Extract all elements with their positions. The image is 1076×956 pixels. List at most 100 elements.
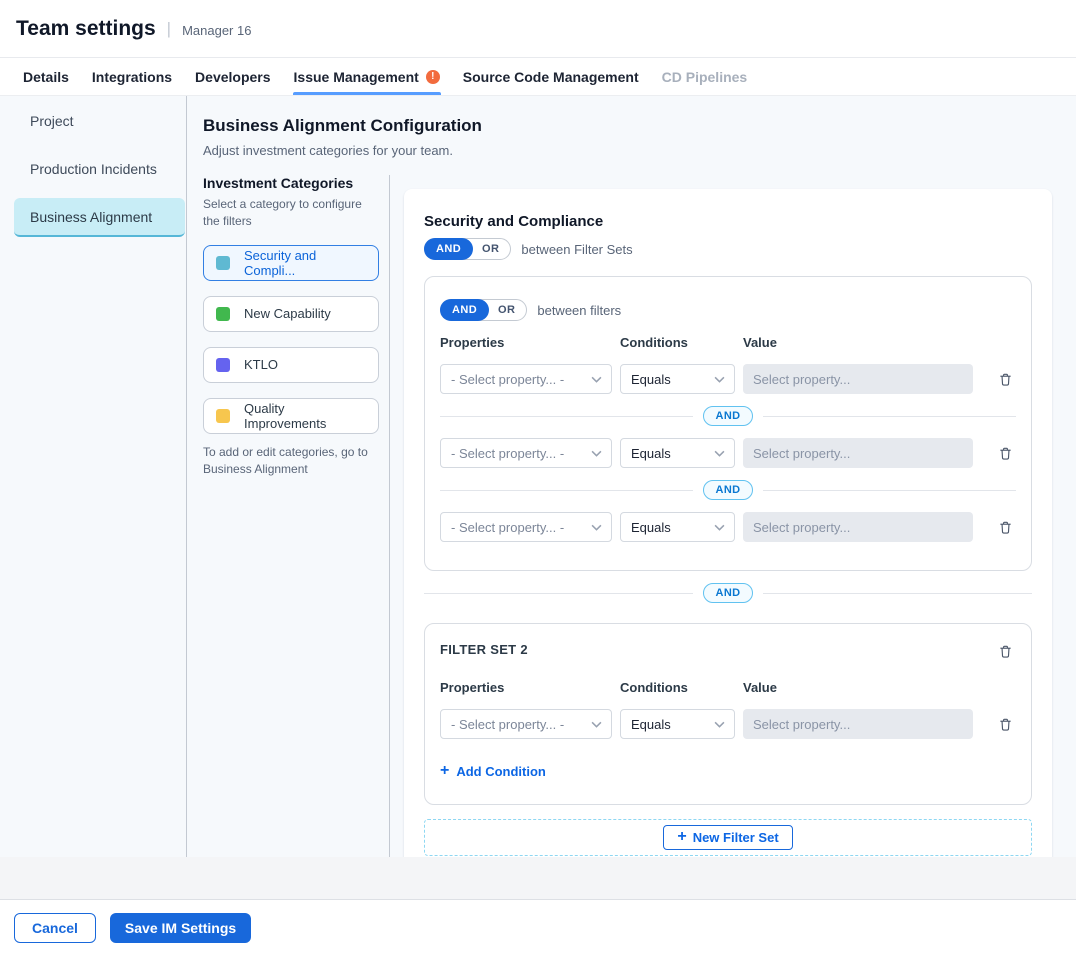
condition-select[interactable]: Equals [620, 512, 735, 542]
chevron-down-icon [591, 721, 602, 728]
category-security-and-compliance[interactable]: Security and Compli... [203, 245, 379, 281]
column-header-properties: Properties [440, 335, 612, 350]
active-tab-underline [293, 92, 441, 95]
section-subtitle: Adjust investment categories for your te… [203, 143, 1076, 158]
warning-icon: ! [426, 70, 440, 84]
between-filter-sets-label: between Filter Sets [521, 242, 632, 257]
delete-filter-button[interactable] [994, 368, 1016, 390]
action-footer: Cancel Save IM Settings [0, 899, 1076, 956]
new-filter-set-dropzone: + New Filter Set [424, 819, 1032, 856]
chevron-down-icon [591, 524, 602, 531]
trash-icon [998, 372, 1013, 387]
tab-developers[interactable]: Developers [194, 58, 271, 95]
column-header-value: Value [743, 335, 973, 350]
column-header-conditions: Conditions [620, 335, 735, 350]
sidebar-item-project[interactable]: Project [14, 102, 185, 141]
plus-icon: + [440, 763, 449, 779]
bottom-spacer [0, 857, 1076, 899]
value-input[interactable] [743, 364, 973, 394]
plus-icon: + [677, 829, 686, 845]
page-header: Team settings | Manager 16 [0, 0, 1076, 58]
add-condition-button[interactable]: + Add Condition [440, 763, 546, 779]
team-name: Manager 16 [182, 19, 251, 38]
page-title: Team settings [16, 17, 156, 41]
condition-select[interactable]: Equals [620, 438, 735, 468]
toggle-and-option[interactable]: AND [424, 238, 473, 260]
filter-connector: AND [440, 406, 1016, 426]
trash-icon [998, 717, 1013, 732]
filter-connector: AND [440, 480, 1016, 500]
tab-details[interactable]: Details [22, 58, 70, 95]
chevron-down-icon [714, 721, 725, 728]
category-color-swatch [216, 307, 230, 321]
chevron-down-icon [714, 376, 725, 383]
trash-icon [998, 446, 1013, 461]
filter-row: - Select property... - Equals [440, 512, 1016, 542]
and-connector-pill: AND [703, 406, 752, 426]
property-select[interactable]: - Select property... - [440, 364, 612, 394]
category-config-heading: Security and Compliance [424, 213, 1032, 230]
chevron-down-icon [714, 524, 725, 531]
chevron-down-icon [591, 450, 602, 457]
value-input[interactable] [743, 512, 973, 542]
tab-source-code-management[interactable]: Source Code Management [462, 58, 640, 95]
category-color-swatch [216, 409, 230, 423]
tab-issue-management[interactable]: Issue Management ! [293, 58, 441, 95]
tab-cd-pipelines: CD Pipelines [661, 58, 749, 95]
filter-set-connector: AND [424, 583, 1032, 603]
and-or-toggle-filter-sets[interactable]: AND OR [424, 238, 511, 260]
categories-heading: Investment Categories [203, 175, 379, 191]
between-filters-label: between filters [537, 303, 621, 318]
category-color-swatch [216, 256, 230, 270]
value-input[interactable] [743, 438, 973, 468]
filter-set-2-title: FILTER SET 2 [440, 640, 528, 657]
content-area: Project Production Incidents Business Al… [0, 96, 1076, 857]
filter-row: - Select property... - Equals [440, 438, 1016, 468]
delete-filter-set-button[interactable] [994, 640, 1016, 662]
trash-icon [998, 644, 1013, 659]
chevron-down-icon [714, 450, 725, 457]
investment-categories-panel: Investment Categories Select a category … [203, 175, 390, 857]
property-select[interactable]: - Select property... - [440, 512, 612, 542]
tab-integrations[interactable]: Integrations [91, 58, 173, 95]
filter-set-2: FILTER SET 2 Properties Conditions Value… [424, 623, 1032, 805]
title-divider: | [167, 19, 171, 39]
chevron-down-icon [591, 376, 602, 383]
toggle-or-option[interactable]: OR [487, 304, 526, 316]
business-alignment-section: Business Alignment Configuration Adjust … [187, 96, 1076, 857]
category-color-swatch [216, 358, 230, 372]
cancel-button[interactable]: Cancel [14, 913, 96, 943]
column-header-conditions: Conditions [620, 680, 735, 695]
sidebar-item-production-incidents[interactable]: Production Incidents [14, 150, 185, 189]
new-filter-set-button[interactable]: + New Filter Set [663, 825, 792, 850]
delete-filter-button[interactable] [994, 442, 1016, 464]
categories-help-text: Select a category to configure the filte… [203, 196, 379, 230]
trash-icon [998, 520, 1013, 535]
value-input[interactable] [743, 709, 973, 739]
and-connector-pill: AND [703, 583, 752, 603]
filter-config-column: Security and Compliance AND OR between F… [390, 175, 1076, 857]
section-title: Business Alignment Configuration [203, 116, 1076, 136]
delete-filter-button[interactable] [994, 713, 1016, 735]
property-select[interactable]: - Select property... - [440, 709, 612, 739]
condition-select[interactable]: Equals [620, 364, 735, 394]
toggle-or-option[interactable]: OR [471, 243, 510, 255]
condition-select[interactable]: Equals [620, 709, 735, 739]
and-or-toggle-filters[interactable]: AND OR [440, 299, 527, 321]
category-quality-improvements[interactable]: Quality Improvements [203, 398, 379, 434]
category-ktlo[interactable]: KTLO [203, 347, 379, 383]
delete-filter-button[interactable] [994, 516, 1016, 538]
category-new-capability[interactable]: New Capability [203, 296, 379, 332]
filter-row: - Select property... - Equals [440, 364, 1016, 394]
filter-config-panel: Security and Compliance AND OR between F… [404, 189, 1052, 857]
settings-tabbar: Details Integrations Developers Issue Ma… [0, 58, 1076, 96]
sidebar-item-business-alignment[interactable]: Business Alignment [14, 198, 185, 237]
filter-row: - Select property... - Equals [440, 709, 1016, 739]
save-im-settings-button[interactable]: Save IM Settings [110, 913, 251, 943]
column-header-properties: Properties [440, 680, 612, 695]
categories-footnote: To add or edit categories, go to Busines… [203, 444, 379, 479]
property-select[interactable]: - Select property... - [440, 438, 612, 468]
column-header-value: Value [743, 680, 973, 695]
and-connector-pill: AND [703, 480, 752, 500]
toggle-and-option[interactable]: AND [440, 299, 489, 321]
